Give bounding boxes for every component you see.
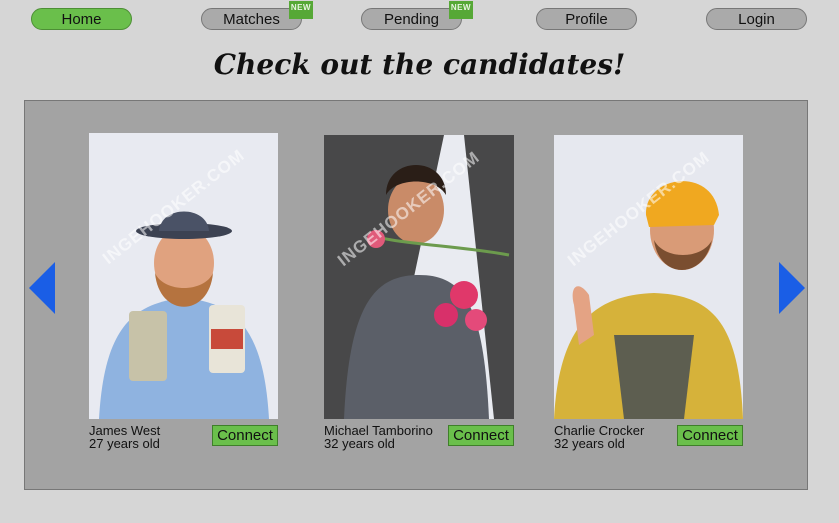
connect-button-charlie-crocker[interactable]: Connect (677, 425, 743, 446)
page-title: Check out the candidates! (213, 48, 626, 81)
nav-matches-button[interactable]: Matches NEW (201, 1, 313, 30)
candidate-photo-charlie-crocker[interactable]: INGEHOOKER.COM (554, 135, 743, 419)
candidate-age: 32 years old (554, 436, 625, 451)
matches-new-badge: NEW (289, 1, 313, 19)
nav-pending-button[interactable]: Pending NEW (361, 1, 473, 30)
connect-button-james-west[interactable]: Connect (212, 425, 278, 446)
nav-matches-label: Matches (223, 11, 280, 28)
candidate-photo-michael-tamborino[interactable]: INGEHOOKER.COM (324, 135, 514, 419)
left-arrow-icon[interactable] (29, 262, 55, 314)
right-arrow-icon[interactable] (779, 262, 805, 314)
pending-new-badge: NEW (449, 1, 473, 19)
candidate-photo-james-west[interactable]: INGEHOOKER.COM (89, 133, 278, 419)
nav-home-button[interactable]: Home (31, 8, 132, 30)
candidate-age: 32 years old (324, 436, 395, 451)
nav-profile-button[interactable]: Profile (536, 8, 637, 30)
candidate-age: 27 years old (89, 436, 160, 451)
nav-pending-label: Pending (383, 11, 440, 28)
connect-button-michael-tamborino[interactable]: Connect (448, 425, 514, 446)
nav-login-button[interactable]: Login (706, 8, 807, 30)
